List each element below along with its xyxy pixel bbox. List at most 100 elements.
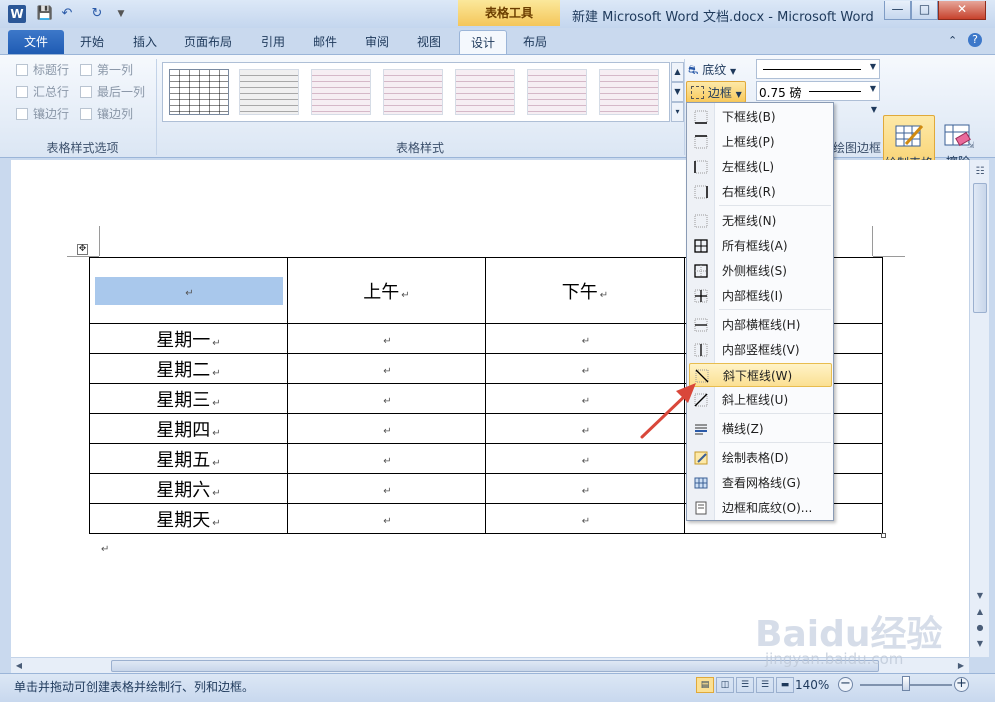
save-icon[interactable]: 💾 bbox=[36, 5, 54, 23]
zoom-out-icon[interactable]: − bbox=[838, 677, 853, 692]
table-cell-day[interactable]: 星期四 ↵ bbox=[89, 413, 288, 444]
table-cell[interactable]: ↵ bbox=[485, 323, 685, 354]
table-cell[interactable]: ↵ bbox=[485, 443, 685, 474]
table-cell[interactable]: ↵ bbox=[287, 323, 486, 354]
tab-page-layout[interactable]: 页面布局 bbox=[176, 30, 240, 54]
table-style-plain-grid[interactable] bbox=[169, 69, 229, 115]
table-move-handle-icon[interactable]: ✥ bbox=[77, 244, 88, 255]
tab-design[interactable]: 设计 bbox=[459, 30, 507, 54]
table-cell[interactable]: ↵ bbox=[287, 413, 486, 444]
table-style-light-pink-1[interactable] bbox=[311, 69, 371, 115]
ruler-toggle-icon[interactable]: ☷ bbox=[972, 164, 988, 180]
menu-item-top-border[interactable]: 上框线(P) bbox=[689, 130, 832, 154]
full-screen-reading-view-icon[interactable]: ◫ bbox=[716, 677, 734, 693]
chk-first-column[interactable]: 第一列 bbox=[80, 61, 133, 79]
browse-object-icon[interactable]: ● bbox=[972, 620, 988, 636]
table-cell[interactable]: ↵ bbox=[485, 473, 685, 504]
chk-header-row[interactable]: 标题行 bbox=[16, 61, 69, 79]
close-button[interactable]: ✕ bbox=[938, 1, 986, 20]
next-page-icon[interactable]: ▼ bbox=[972, 636, 988, 652]
table-cell[interactable]: ↵ bbox=[287, 473, 486, 504]
help-icon[interactable]: ? bbox=[968, 33, 982, 47]
tab-view[interactable]: 视图 bbox=[408, 30, 450, 54]
chk-banded-columns[interactable]: 镶边列 bbox=[80, 105, 133, 123]
table-cell[interactable]: ↵ bbox=[485, 503, 685, 534]
menu-item-borders-and-shading[interactable]: 边框和底纹(O)... bbox=[689, 496, 832, 520]
line-style-combo[interactable]: ▼ bbox=[756, 59, 880, 79]
table-cell-header[interactable]: 上午 ↵ bbox=[287, 257, 486, 324]
maximize-button[interactable]: □ bbox=[911, 1, 938, 20]
tab-review[interactable]: 审阅 bbox=[356, 30, 398, 54]
undo-icon[interactable]: ↶ bbox=[58, 5, 76, 23]
table-cell[interactable]: ↵ bbox=[287, 383, 486, 414]
menu-item-draw-table[interactable]: 绘制表格(D) bbox=[689, 446, 832, 470]
minimize-ribbon-icon[interactable]: ⌃ bbox=[948, 34, 957, 47]
draft-view-icon[interactable]: ▬ bbox=[776, 677, 794, 693]
word-app-icon[interactable]: W bbox=[8, 5, 26, 23]
web-layout-view-icon[interactable]: ☰ bbox=[736, 677, 754, 693]
menu-item-left-border[interactable]: 左框线(L) bbox=[689, 155, 832, 179]
table-cell[interactable]: ↵ bbox=[287, 503, 486, 534]
table-cell-day[interactable]: 星期五 ↵ bbox=[89, 443, 288, 474]
outline-view-icon[interactable]: ☰ bbox=[756, 677, 774, 693]
tab-file[interactable]: 文件 bbox=[8, 30, 64, 54]
menu-item-horizontal-line[interactable]: 横线(Z) bbox=[689, 417, 832, 441]
tab-mailings[interactable]: 邮件 bbox=[304, 30, 346, 54]
tab-home[interactable]: 开始 bbox=[72, 30, 112, 54]
customize-quick-access-icon[interactable]: ▼ bbox=[112, 5, 130, 23]
dialog-launcher-icon[interactable]: ⇲ bbox=[967, 141, 975, 151]
table-cell[interactable]: ↵ bbox=[485, 353, 685, 384]
table-cell[interactable]: ↵ bbox=[287, 443, 486, 474]
table-cell[interactable]: ↵ bbox=[287, 353, 486, 384]
tab-layout[interactable]: 布局 bbox=[512, 30, 558, 54]
redo-icon[interactable]: ↻ bbox=[88, 5, 106, 23]
menu-item-diagonal-down-border[interactable]: 斜下框线(W) bbox=[689, 363, 832, 387]
menu-item-outside-borders[interactable]: 外侧框线(S) bbox=[689, 259, 832, 283]
scroll-right-icon[interactable]: ▶ bbox=[953, 658, 969, 674]
table-style-light-pink-2[interactable] bbox=[383, 69, 443, 115]
menu-item-no-border[interactable]: 无框线(N) bbox=[689, 209, 832, 233]
menu-item-inside-horizontal-border[interactable]: 内部横框线(H) bbox=[689, 313, 832, 337]
vertical-scroll-thumb[interactable] bbox=[973, 183, 987, 313]
scroll-left-icon[interactable]: ◀ bbox=[11, 658, 27, 674]
minimize-button[interactable]: — bbox=[884, 1, 911, 20]
table-cell[interactable]: ↵ bbox=[485, 413, 685, 444]
shading-button[interactable]: ⛐ 底纹 ▼ bbox=[688, 59, 736, 81]
chk-total-row[interactable]: 汇总行 bbox=[16, 83, 69, 101]
chk-banded-rows[interactable]: 镶边行 bbox=[16, 105, 69, 123]
table-cell-day[interactable]: 星期三 ↵ bbox=[89, 383, 288, 414]
vertical-scrollbar[interactable]: ☷ ▼ ▲ ● ▼ bbox=[969, 160, 989, 657]
gallery-more-icon[interactable]: ▾ bbox=[671, 102, 684, 122]
table-resize-handle-icon[interactable] bbox=[881, 533, 886, 538]
zoom-level[interactable]: 140% bbox=[795, 678, 829, 692]
previous-page-icon[interactable]: ▲ bbox=[972, 604, 988, 620]
borders-button[interactable]: 边框 ▼ bbox=[686, 81, 746, 103]
table-cell-day[interactable]: 星期天 ↵ bbox=[89, 503, 288, 534]
table-cell-day[interactable]: 星期一 ↵ bbox=[89, 323, 288, 354]
zoom-in-icon[interactable]: + bbox=[954, 677, 969, 692]
table-cell-corner[interactable]: ↵ bbox=[89, 257, 288, 324]
menu-item-inside-vertical-border[interactable]: 内部竖框线(V) bbox=[689, 338, 832, 362]
menu-item-bottom-border[interactable]: 下框线(B) bbox=[689, 105, 832, 129]
horizontal-scroll-thumb[interactable] bbox=[111, 660, 879, 672]
gallery-scroll-up-icon[interactable]: ▲ bbox=[671, 62, 684, 82]
table-style-light-pink-3[interactable] bbox=[455, 69, 515, 115]
line-weight-combo[interactable]: 0.75 磅 ▼ bbox=[756, 81, 880, 101]
scroll-down-icon[interactable]: ▼ bbox=[972, 588, 988, 604]
tab-references[interactable]: 引用 bbox=[252, 30, 294, 54]
table-style-light-pink-4[interactable] bbox=[527, 69, 587, 115]
zoom-slider-thumb[interactable] bbox=[902, 676, 910, 691]
menu-item-view-gridlines[interactable]: 查看网格线(G) bbox=[689, 471, 832, 495]
table-cell-header[interactable]: 下午 ↵ bbox=[485, 257, 685, 324]
table-style-light-gray[interactable] bbox=[239, 69, 299, 115]
table-cell[interactable]: ↵ bbox=[485, 383, 685, 414]
gallery-scroll-down-icon[interactable]: ▼ bbox=[671, 82, 684, 102]
table-cell-day[interactable]: 星期六 ↵ bbox=[89, 473, 288, 504]
tab-insert[interactable]: 插入 bbox=[124, 30, 166, 54]
chk-last-column[interactable]: 最后一列 bbox=[80, 83, 145, 101]
menu-item-right-border[interactable]: 右框线(R) bbox=[689, 180, 832, 204]
menu-item-all-borders[interactable]: 所有框线(A) bbox=[689, 234, 832, 258]
menu-item-inside-borders[interactable]: 内部框线(I) bbox=[689, 284, 832, 308]
table-cell-day[interactable]: 星期二 ↵ bbox=[89, 353, 288, 384]
table-style-light-pink-5[interactable] bbox=[599, 69, 659, 115]
